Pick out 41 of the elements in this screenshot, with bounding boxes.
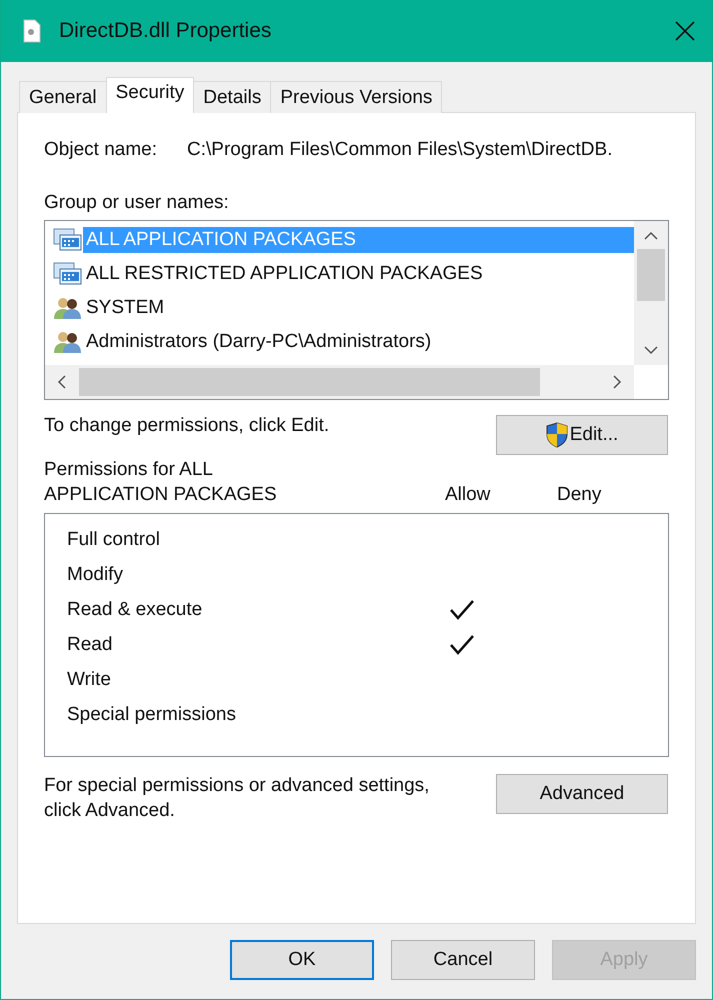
tab[interactable]: Security (106, 77, 194, 113)
tab[interactable]: General (19, 81, 107, 113)
permission-name: Modify (67, 564, 124, 586)
permissions-label: Permissions for ALL (44, 458, 214, 482)
horizontal-scrollbar[interactable] (45, 365, 634, 399)
package-icon (53, 228, 83, 252)
hint-text: click Advanced. (44, 799, 176, 823)
column-header: Allow (445, 483, 492, 507)
permission-name: Special permissions (67, 704, 237, 726)
field-label: Object name: (44, 139, 157, 161)
advanced-button[interactable]: Advanced (496, 774, 668, 814)
tab[interactable]: Details (193, 81, 272, 113)
users-icon (53, 330, 83, 354)
permission-name: Full control (67, 528, 161, 550)
permissions-label: APPLICATION PACKAGES (44, 483, 278, 507)
window-title: DirectDB.dll Properties (59, 19, 272, 43)
scroll-right-icon[interactable] (612, 375, 622, 389)
dialog-button[interactable]: OK (230, 940, 374, 980)
user-list-item[interactable]: ALL RESTRICTED APPLICATION PACKAGES (83, 261, 486, 287)
object-name-value: C:\Program Files\Common Files\System\DirectDB. (187, 139, 612, 161)
dialog-button[interactable]: Cancel (391, 940, 535, 980)
hint-text: To change permissions, click Edit. (44, 415, 330, 437)
section-label: Group or user names: (44, 192, 230, 214)
scroll-down-icon[interactable] (644, 345, 658, 355)
file-icon (23, 19, 41, 43)
permission-name: Write (67, 668, 112, 690)
permission-name: Read & execute (67, 598, 204, 620)
tab[interactable]: Previous Versions (270, 81, 442, 113)
users-icon (53, 296, 83, 320)
user-list-item[interactable]: SYSTEM (83, 295, 168, 321)
user-list-item[interactable]: Administrators (Darry-PC\Administrators) (83, 329, 434, 355)
package-icon (53, 262, 83, 286)
shield-icon (546, 422, 568, 448)
close-icon[interactable] (674, 20, 696, 42)
scroll-left-icon[interactable] (57, 375, 67, 389)
scroll-up-icon[interactable] (644, 231, 658, 241)
vertical-scrollbar[interactable] (634, 221, 668, 365)
edit-button[interactable]: Edit... (496, 415, 668, 455)
column-header: Deny (557, 483, 602, 507)
permission-name: Read (67, 634, 114, 656)
hint-text: For special permissions or advanced settings, (44, 774, 430, 798)
